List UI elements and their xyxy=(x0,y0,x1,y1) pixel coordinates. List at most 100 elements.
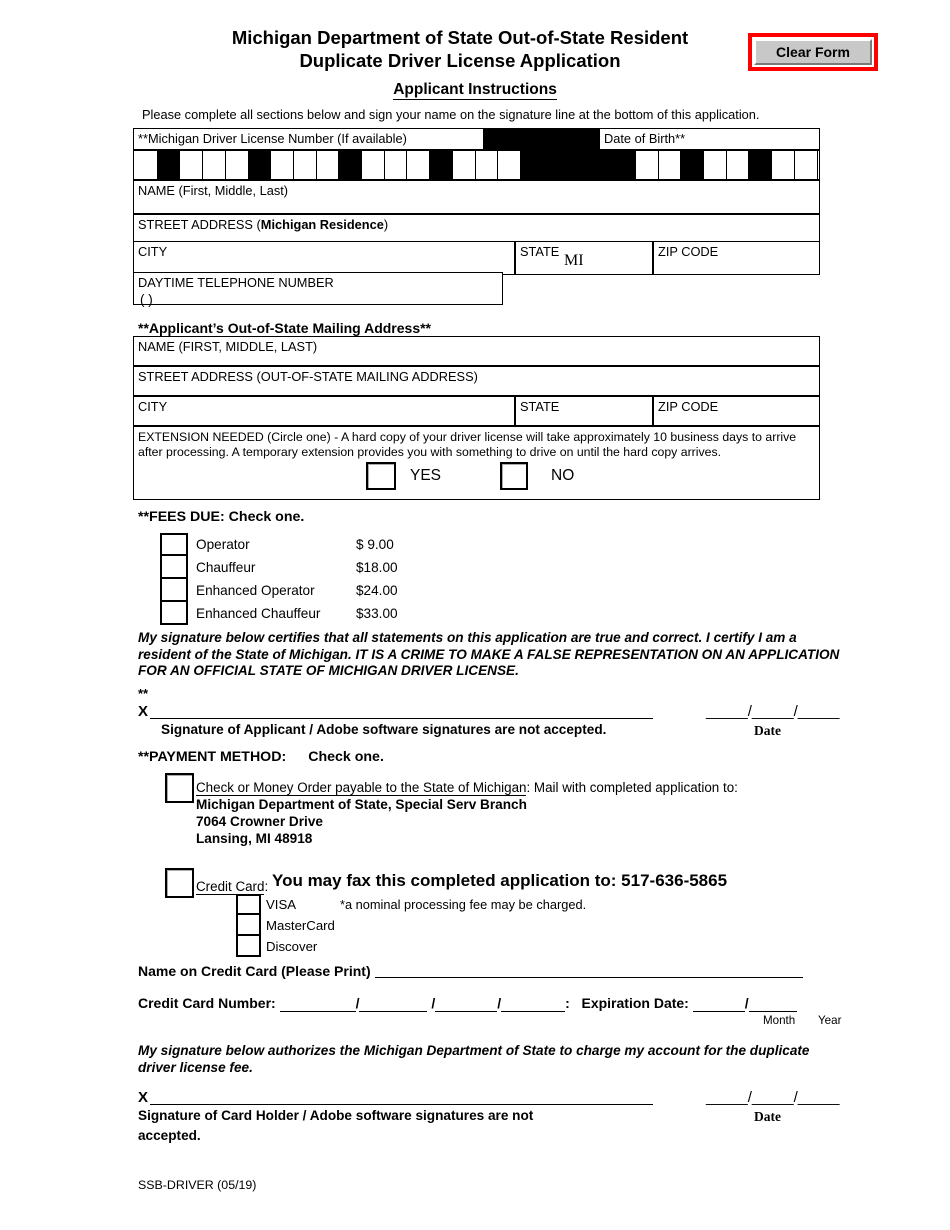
cardholder-signature-x: X xyxy=(138,1089,149,1106)
expiration-month-label: Month xyxy=(763,1014,796,1027)
authorization-text: My signature below authorizes the Michig… xyxy=(138,1043,810,1075)
dl-number-cell-13[interactable] xyxy=(406,151,429,179)
card-type-checkbox-2[interactable] xyxy=(236,915,261,936)
cc-group-4[interactable] xyxy=(501,995,566,1012)
extension-needed-text: EXTENSION NEEDED (Circle one) - A hard c… xyxy=(138,430,797,459)
daytime-phone-field-box[interactable]: DAYTIME TELEPHONE NUMBER ( ) xyxy=(133,272,503,307)
credit-card-colon: : xyxy=(264,879,269,894)
credit-card-checkbox[interactable] xyxy=(165,868,194,898)
card-type-checkbox-3[interactable] xyxy=(236,936,261,957)
dob-cell-6[interactable] xyxy=(748,151,772,179)
fee-amount-4: $33.00 xyxy=(356,606,398,621)
mailing-street-field-box[interactable]: STREET ADDRESS (OUT-OF-STATE MAILING ADD… xyxy=(133,366,820,396)
dob-cell-5[interactable] xyxy=(725,151,749,179)
mailing-street-label: STREET ADDRESS (OUT-OF-STATE MAILING ADD… xyxy=(138,369,478,384)
fees-due-heading: **FEES DUE: Check one. xyxy=(138,509,305,525)
mailing-name-field-box[interactable]: NAME (FIRST, MIDDLE, LAST) xyxy=(133,336,820,366)
street-address-label: STREET ADDRESS (Michigan Residence) xyxy=(138,217,388,232)
dob-cell-3[interactable] xyxy=(680,151,703,179)
dl-number-cell-10[interactable] xyxy=(338,151,361,179)
card-type-checkbox-1[interactable] xyxy=(236,894,261,915)
applicant-instructions-heading: Applicant Instructions xyxy=(0,81,950,100)
name-on-card-label: Name on Credit Card (Please Print) xyxy=(138,963,371,979)
state-field-box[interactable]: STATE MI xyxy=(515,241,653,275)
mailing-city-label: CITY xyxy=(138,399,168,414)
dl-header-black-separator xyxy=(484,128,599,150)
clear-form-button[interactable]: Clear Form xyxy=(754,39,872,65)
daytime-phone-label: DAYTIME TELEPHONE NUMBER xyxy=(138,275,334,290)
fee-label-1: Operator xyxy=(196,537,250,552)
dl-number-cell-14[interactable] xyxy=(429,151,452,179)
extension-yes-checkbox[interactable] xyxy=(366,462,396,490)
mailing-address-heading: **Applicant’s Out-of-State Mailing Addre… xyxy=(138,320,431,336)
dl-number-cell-grid[interactable] xyxy=(133,150,820,180)
dl-number-cell-3[interactable] xyxy=(179,151,202,179)
card-type-label-3: Discover xyxy=(266,939,318,954)
dl-number-cell-9[interactable] xyxy=(315,151,339,179)
dl-number-label: **Michigan Driver License Number (If ava… xyxy=(138,131,407,146)
mail-address-line-1: Michigan Department of State, Special Se… xyxy=(196,797,527,812)
dob-cell-9[interactable] xyxy=(816,151,820,179)
name-field-box[interactable]: NAME (First, Middle, Last) xyxy=(133,180,820,214)
cardholder-date-line[interactable]: _____/_____/_____ xyxy=(706,1089,839,1106)
dl-number-cell-17[interactable] xyxy=(497,151,520,179)
instructions-text: Please complete all sections below and s… xyxy=(142,107,760,122)
mailing-zip-field-box[interactable]: ZIP CODE xyxy=(653,396,820,426)
cardholder-date-label: Date xyxy=(754,1109,781,1124)
dl-number-cell-6[interactable] xyxy=(247,151,271,179)
card-type-label-1: VISA xyxy=(266,897,297,912)
street-label-bold: Michigan Residence xyxy=(260,217,384,232)
cardholder-signature-caption-line-2: accepted. xyxy=(138,1128,201,1143)
zip-field-box[interactable]: ZIP CODE xyxy=(653,241,820,275)
payment-method-label: **PAYMENT METHOD: xyxy=(138,749,287,765)
fee-checkbox-1[interactable] xyxy=(160,533,188,556)
fee-checkbox-2[interactable] xyxy=(160,556,188,579)
check-money-order-rest: : Mail with completed application to: xyxy=(526,780,738,795)
expiration-year-blank[interactable] xyxy=(748,995,797,1012)
extension-yes-label: YES xyxy=(410,467,442,484)
mailing-city-field-box[interactable]: CITY xyxy=(133,396,515,426)
state-value: MI xyxy=(564,252,584,269)
applicant-date-line[interactable]: _____/_____/_____ xyxy=(706,703,839,720)
dl-number-cell-11[interactable] xyxy=(361,151,384,179)
dob-cell-1[interactable] xyxy=(634,151,658,179)
dl-number-cell-4[interactable] xyxy=(202,151,225,179)
dob-cell-4[interactable] xyxy=(703,151,726,179)
dl-number-cell-7[interactable] xyxy=(270,151,293,179)
dob-label-box: Date of Birth** xyxy=(599,128,820,150)
cc-group-1[interactable] xyxy=(279,995,356,1012)
extension-no-checkbox[interactable] xyxy=(500,462,528,490)
form-page: Michigan Department of State Out-of-Stat… xyxy=(0,0,950,1230)
expiration-month-blank[interactable] xyxy=(692,995,745,1012)
dob-cell-8[interactable] xyxy=(793,151,817,179)
dl-number-cell-15[interactable] xyxy=(451,151,475,179)
fee-checkbox-4[interactable] xyxy=(160,602,188,625)
credit-card-number-row: Credit Card Number: / / / : Expiration D… xyxy=(138,995,797,1012)
cardholder-signature-line[interactable] xyxy=(150,1104,653,1105)
applicant-signature-caption: Signature of Applicant / Adobe software … xyxy=(161,722,607,737)
cc-group-2[interactable] xyxy=(359,995,428,1012)
applicant-signature-line[interactable] xyxy=(150,718,653,719)
dl-number-cell-12[interactable] xyxy=(383,151,407,179)
credit-card-number-label: Credit Card Number: xyxy=(138,995,276,1011)
dl-number-cell-5[interactable] xyxy=(224,151,248,179)
dob-cell-7[interactable] xyxy=(771,151,794,179)
dl-number-cell-1[interactable] xyxy=(134,151,157,179)
fee-amount-2: $18.00 xyxy=(356,560,398,575)
dl-number-cell-16[interactable] xyxy=(474,151,498,179)
city-field-box[interactable]: CITY xyxy=(133,241,515,275)
zip-label: ZIP CODE xyxy=(658,244,719,259)
mailing-state-field-box[interactable]: STATE xyxy=(515,396,653,426)
dl-number-cell-2[interactable] xyxy=(156,151,180,179)
name-on-card-line[interactable] xyxy=(375,977,803,978)
mailing-zip-label: ZIP CODE xyxy=(658,399,719,414)
dob-cell-2[interactable] xyxy=(657,151,681,179)
cc-number-colon: : xyxy=(565,995,570,1011)
cc-group-3[interactable] xyxy=(435,995,498,1012)
cardholder-signature-caption-line-1: Signature of Card Holder / Adobe softwar… xyxy=(138,1108,534,1123)
dl-number-cell-8[interactable] xyxy=(292,151,316,179)
check-money-order-checkbox[interactable] xyxy=(165,773,194,803)
fee-amount-3: $24.00 xyxy=(356,583,398,598)
fee-checkbox-3[interactable] xyxy=(160,579,188,602)
mail-address-line-3: Lansing, MI 48918 xyxy=(196,831,313,846)
